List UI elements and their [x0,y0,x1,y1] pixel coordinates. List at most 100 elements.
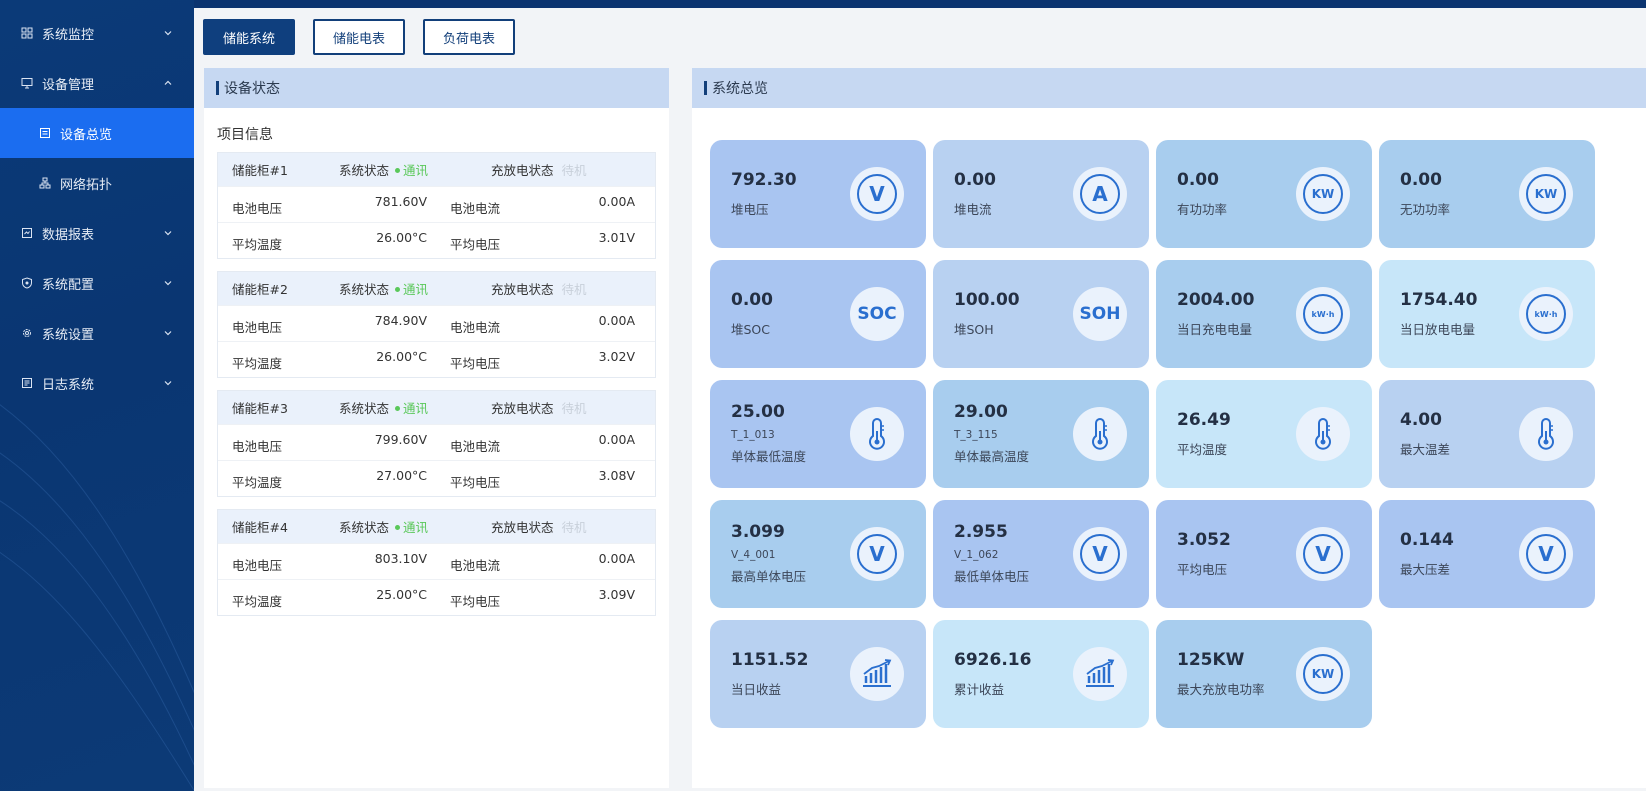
nav-data-report[interactable]: 数据报表 [0,208,194,258]
charge-status: 充放电状态 待机 [491,517,587,536]
system-status-value: 通讯 [403,520,429,535]
chevron-down-icon [164,381,172,386]
metric-value: 0.144 [1400,530,1454,550]
header-accent-bar [704,81,707,95]
nav-device-management[interactable]: 设备管理 [0,58,194,108]
system-status-label: 系统状态 [339,163,390,178]
nav-device-overview[interactable]: 设备总览 [0,108,194,158]
metric-card: 2.955 V_1_062 最低单体电压 V [933,500,1149,608]
metric-sub-id: V_4_001 [731,549,776,561]
chevron-down-icon [164,331,172,336]
metric-card: 100.00 堆SOH SOH [933,260,1149,368]
panel-title: 设备状态 [224,81,280,97]
metric-label: 当日充电电量 [1177,322,1253,337]
metric-card: 0.00 无功功率 KW [1379,140,1595,248]
thermometer-icon [1519,407,1573,461]
metric-card: 6926.16 累计收益 [933,620,1149,728]
metric-card: 792.30 堆电压 V [710,140,926,248]
avg-voltage-value: 3.09V [598,587,635,602]
avg-temp-value: 27.00°C [376,468,427,483]
avg-voltage-value: 3.01V [598,230,635,245]
avg-temp-label: 平均温度 [232,594,283,609]
nav-log-system[interactable]: 日志系统 [0,358,194,408]
cabinet-row: 平均温度 26.00°C 平均电压 3.02V [218,341,655,377]
nav-system-settings[interactable]: 系统设置 [0,308,194,358]
cabinet-row: 电池电压 781.60V 电池电流 0.00A [218,186,655,222]
battery-current-label: 电池电流 [450,558,501,573]
charge-status: 充放电状态 待机 [491,279,587,298]
metric-label: 无功功率 [1400,202,1451,217]
metric-value: 3.052 [1177,530,1231,550]
battery-voltage-label: 电池电压 [232,320,283,335]
tab-storage-system[interactable]: 储能系统 [203,19,296,55]
avg-voltage-label: 平均电压 [450,356,501,371]
charge-status-value: 待机 [561,401,587,416]
battery-current-value: 0.00A [598,432,635,447]
metric-label: 最大温差 [1400,442,1451,457]
tab-load-meter[interactable]: 负荷电表 [423,19,516,55]
kw-icon: KW [1296,167,1350,221]
cabinet-card: 储能柜#2 系统状态 通讯 充放电状态 待机 电池电压 784.90V 电池电流 0.00A 平均… [217,271,656,378]
list-icon [38,126,52,140]
system-status-value: 通讯 [403,282,429,297]
battery-current-value: 0.00A [598,551,635,566]
nav-system-monitor[interactable]: 系统监控 [0,8,194,58]
metric-label: 单体最低温度 [731,449,807,464]
avg-temp-label: 平均温度 [232,237,283,252]
avg-voltage-label: 平均电压 [450,594,501,609]
battery-voltage-label: 电池电压 [232,439,283,454]
metric-card: 1754.40 当日放电电量 kW·h [1379,260,1595,368]
cabinet-row: 平均温度 26.00°C 平均电压 3.01V [218,222,655,258]
cabinet-row: 电池电压 803.10V 电池电流 0.00A [218,543,655,579]
metric-label: 堆SOH [954,322,994,337]
avg-voltage-label: 平均电压 [450,475,501,490]
metric-value: 0.00 [954,170,996,190]
system-status-label: 系统状态 [339,282,390,297]
metric-value: 0.00 [1400,170,1442,190]
system-overview-panel: 系统总览 792.30 堆电压 V 0.00 堆电流 A 0.00 有功功率 KW 0.00 无功功… [692,68,1646,788]
nav-label: 数据报表 [42,227,95,243]
metric-value: 125KW [1177,650,1245,670]
battery-voltage-value: 784.90V [374,313,427,328]
battery-voltage-value: 781.60V [374,194,427,209]
charge-status-label: 充放电状态 [491,163,554,178]
current-icon: A [1073,167,1127,221]
avg-temp-value: 25.00°C [376,587,427,602]
tab-storage-meter[interactable]: 储能电表 [313,19,406,55]
metric-label: 有功功率 [1177,202,1228,217]
grid-icon [20,26,34,40]
cabinet-name: 储能柜#4 [232,520,288,535]
metric-value: 2004.00 [1177,290,1255,310]
system-status: 系统状态 通讯 [339,160,428,179]
metric-value: 0.00 [731,290,773,310]
nav-system-config[interactable]: 系统配置 [0,258,194,308]
cabinet-card: 储能柜#3 系统状态 通讯 充放电状态 待机 电池电压 799.60V 电池电流 0.00A 平均… [217,390,656,497]
log-icon [20,376,34,390]
avg-temp-label: 平均温度 [232,356,283,371]
sidebar: 系统监控 设备管理 设备总览 网络拓扑 数据报表 系统配置 系统设置 日志系统 [0,0,194,791]
system-status-label: 系统状态 [339,520,390,535]
chevron-down-icon [164,31,172,36]
metric-value: 1151.52 [731,650,809,670]
battery-current-value: 0.00A [598,194,635,209]
charge-status-value: 待机 [561,520,587,535]
status-dot-icon [395,525,401,530]
cabinet-header: 储能柜#2 系统状态 通讯 充放电状态 待机 [218,272,655,305]
metric-label: 堆电流 [954,202,992,217]
soh-icon: SOH [1073,287,1127,341]
battery-voltage-value: 803.10V [374,551,427,566]
kwh-icon: kW·h [1296,287,1350,341]
metric-label: 当日放电电量 [1400,322,1476,337]
charge-status-label: 充放电状态 [491,282,554,297]
voltage-icon: V [1296,527,1350,581]
metric-value: 4.00 [1400,410,1442,430]
nav-label: 设备总览 [60,127,113,143]
cabinet-row: 平均温度 27.00°C 平均电压 3.08V [218,460,655,496]
system-status: 系统状态 通讯 [339,517,428,536]
metric-label: 平均温度 [1177,442,1228,457]
metric-sub-id: T_1_013 [731,429,775,441]
nav-label: 设备管理 [42,77,95,93]
metric-card: 125KW 最大充放电功率 KW [1156,620,1372,728]
chevron-down-icon [164,281,172,286]
nav-network-topology[interactable]: 网络拓扑 [0,158,194,208]
